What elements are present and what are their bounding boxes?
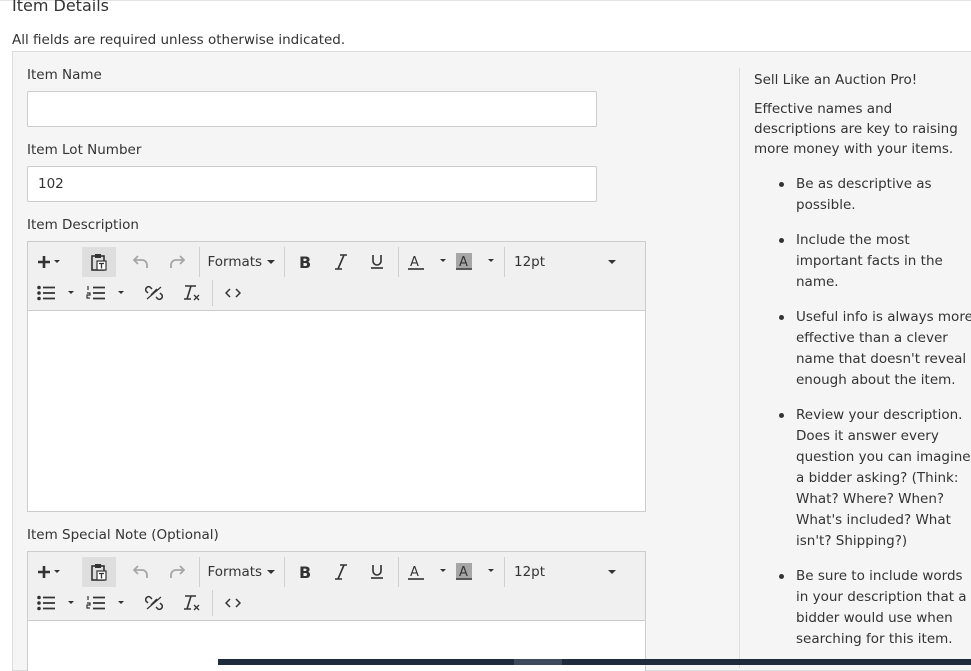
- toolbar-separator: [398, 557, 399, 587]
- svg-text:A: A: [410, 255, 419, 270]
- font-size-value: 12pt: [514, 564, 546, 580]
- special-note-toolbar: Formats B A A 12pt: [28, 552, 645, 621]
- text-color-icon[interactable]: A: [404, 557, 450, 587]
- item-description-editor: Formats B A A 12pt: [27, 241, 646, 512]
- svg-text:B: B: [299, 564, 311, 580]
- font-size-select[interactable]: 12pt: [510, 557, 620, 587]
- undo-icon[interactable]: [124, 247, 158, 277]
- redo-icon[interactable]: [160, 557, 194, 587]
- font-size-value: 12pt: [514, 254, 546, 270]
- toolbar-separator: [212, 590, 213, 616]
- item-special-note-editor: Formats B A A 12pt: [27, 551, 646, 671]
- clear-formatting-icon[interactable]: [176, 589, 206, 617]
- formats-label: Formats: [207, 254, 263, 270]
- tips-sidebar: Sell Like an Auction Pro! Effective name…: [739, 68, 971, 668]
- page-title: Item Details: [12, 0, 109, 15]
- item-special-note-label: Item Special Note (Optional): [27, 527, 219, 543]
- svg-text:B: B: [299, 254, 311, 270]
- toolbar-separator: [284, 557, 285, 587]
- insert-plus-icon[interactable]: [34, 557, 68, 587]
- svg-text:A: A: [459, 255, 468, 270]
- source-code-icon[interactable]: [218, 279, 248, 307]
- formats-label: Formats: [207, 564, 263, 580]
- required-note: All fields are required unless otherwise…: [12, 32, 346, 48]
- formats-dropdown[interactable]: Formats: [205, 557, 277, 587]
- font-size-select[interactable]: 12pt: [510, 247, 620, 277]
- numbered-list-icon[interactable]: [84, 589, 128, 617]
- toolbar-separator: [199, 247, 200, 277]
- paste-as-text-icon[interactable]: [82, 247, 116, 277]
- svg-text:A: A: [459, 565, 468, 580]
- unlink-icon[interactable]: [139, 589, 169, 617]
- item-lot-number-label: Item Lot Number: [27, 142, 142, 158]
- toolbar-separator: [504, 247, 505, 277]
- svg-text:A: A: [410, 565, 419, 580]
- toolbar-separator: [504, 557, 505, 587]
- chevron-down-icon: [608, 570, 616, 574]
- description-text-area[interactable]: [28, 311, 645, 511]
- formats-dropdown[interactable]: Formats: [205, 247, 277, 277]
- toolbar-separator: [212, 280, 213, 306]
- bullet-list-icon[interactable]: [34, 279, 78, 307]
- tips-intro: Effective names and descriptions are key…: [754, 101, 958, 157]
- underline-icon[interactable]: [362, 247, 392, 277]
- tip-item: Be as descriptive as possible.: [779, 174, 971, 216]
- toolbar-separator: [199, 557, 200, 587]
- toolbar-separator: [398, 247, 399, 277]
- bottom-bar: [218, 659, 971, 665]
- unlink-icon[interactable]: [139, 279, 169, 307]
- tips-list: Be as descriptive as possible. Include t…: [754, 174, 971, 664]
- item-description-label: Item Description: [27, 217, 139, 233]
- tip-item: Review your description. Does it answer …: [779, 405, 971, 552]
- top-divider: [0, 0, 971, 3]
- clear-formatting-icon[interactable]: [176, 279, 206, 307]
- item-lot-number-input[interactable]: [27, 166, 597, 202]
- bold-icon[interactable]: B: [290, 557, 320, 587]
- description-toolbar: Formats B A A 12pt: [28, 242, 645, 311]
- text-color-icon[interactable]: A: [404, 247, 450, 277]
- bold-icon[interactable]: B: [290, 247, 320, 277]
- undo-icon[interactable]: [124, 557, 158, 587]
- bullet-list-icon[interactable]: [34, 589, 78, 617]
- tip-item: Useful info is always more effective tha…: [779, 307, 971, 391]
- chevron-down-icon: [266, 570, 275, 574]
- toolbar-separator: [284, 247, 285, 277]
- italic-icon[interactable]: [326, 247, 356, 277]
- italic-icon[interactable]: [326, 557, 356, 587]
- underline-icon[interactable]: [362, 557, 392, 587]
- chevron-down-icon: [608, 260, 616, 264]
- bottom-bar-highlight: [514, 659, 562, 665]
- tip-item: Be sure to include words in your descrip…: [779, 566, 971, 650]
- tip-item: Include the most important facts in the …: [779, 230, 971, 293]
- insert-plus-icon[interactable]: [34, 247, 68, 277]
- numbered-list-icon[interactable]: [84, 279, 128, 307]
- tips-title: Sell Like an Auction Pro!: [754, 72, 918, 88]
- background-color-icon[interactable]: A: [452, 557, 498, 587]
- item-name-input[interactable]: [27, 91, 597, 127]
- redo-icon[interactable]: [160, 247, 194, 277]
- source-code-icon[interactable]: [218, 589, 248, 617]
- background-color-icon[interactable]: A: [452, 247, 498, 277]
- paste-as-text-icon[interactable]: [82, 557, 116, 587]
- chevron-down-icon: [266, 260, 275, 264]
- item-name-label: Item Name: [27, 67, 102, 83]
